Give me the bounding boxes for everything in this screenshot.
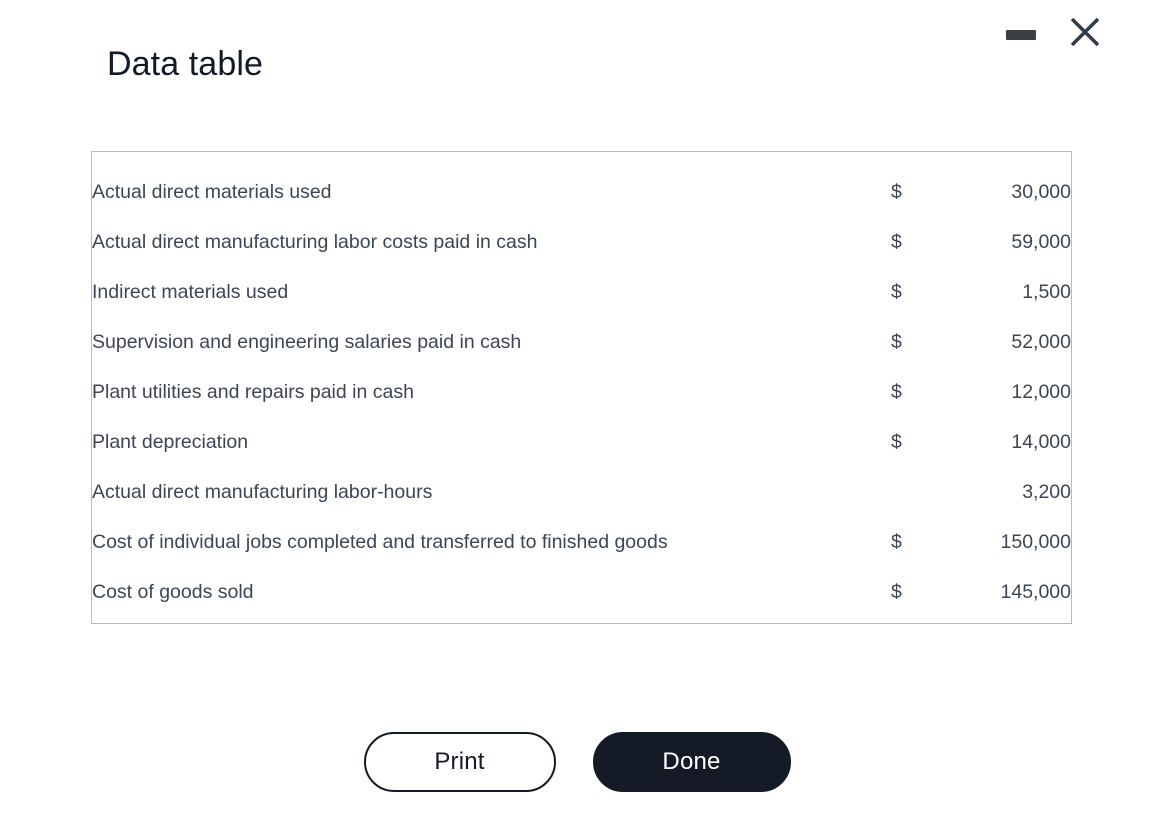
row-currency-symbol: $ bbox=[891, 431, 902, 453]
row-label: Indirect materials used bbox=[92, 281, 289, 303]
data-table: Actual direct materials used $ 30,000 Ac… bbox=[92, 152, 1071, 617]
page-title: Data table bbox=[107, 45, 263, 83]
table-row: Cost of goods sold $ 145,000 bbox=[92, 567, 1071, 617]
row-value: 1,500 bbox=[1022, 281, 1071, 303]
row-label: Plant depreciation bbox=[92, 431, 249, 453]
row-value: 30,000 bbox=[1011, 181, 1071, 203]
row-value: 12,000 bbox=[1011, 381, 1071, 403]
row-value: 150,000 bbox=[1000, 531, 1072, 553]
minimize-icon[interactable] bbox=[1006, 30, 1036, 40]
print-button[interactable]: Print bbox=[363, 732, 556, 792]
close-icon bbox=[1069, 16, 1101, 48]
table-row: Supervision and engineering salaries pai… bbox=[92, 317, 1071, 367]
table-row: Actual direct materials used $ 30,000 bbox=[92, 152, 1071, 217]
row-label: Actual direct manufacturing labor-hours bbox=[92, 481, 433, 503]
row-label: Supervision and engineering salaries pai… bbox=[92, 331, 522, 353]
done-button[interactable]: Done bbox=[592, 732, 791, 792]
row-currency-symbol: $ bbox=[891, 531, 902, 553]
dialog-button-bar: Print Done bbox=[0, 731, 1154, 793]
row-currency-symbol: $ bbox=[891, 581, 902, 603]
row-currency-symbol: $ bbox=[891, 181, 902, 203]
row-label: Actual direct materials used bbox=[92, 181, 332, 203]
data-table-container: Actual direct materials used $ 30,000 Ac… bbox=[91, 151, 1072, 624]
table-row: Indirect materials used $ 1,500 bbox=[92, 267, 1071, 317]
row-label: Cost of individual jobs completed and tr… bbox=[92, 531, 668, 553]
table-row: Actual direct manufacturing labor costs … bbox=[92, 217, 1071, 267]
table-row: Cost of individual jobs completed and tr… bbox=[92, 517, 1071, 567]
table-row: Plant utilities and repairs paid in cash… bbox=[92, 367, 1071, 417]
row-currency-symbol: $ bbox=[891, 381, 902, 403]
close-button[interactable] bbox=[1066, 13, 1104, 51]
row-value: 52,000 bbox=[1011, 331, 1071, 353]
row-currency-symbol: $ bbox=[891, 281, 902, 303]
table-row: Plant depreciation $ 14,000 bbox=[92, 417, 1071, 467]
row-label: Cost of goods sold bbox=[92, 581, 254, 603]
window-controls bbox=[994, 0, 1154, 62]
row-currency-symbol: $ bbox=[891, 231, 902, 253]
data-table-body: Actual direct materials used $ 30,000 Ac… bbox=[92, 152, 1071, 617]
row-value: 3,200 bbox=[1022, 481, 1071, 503]
row-label: Actual direct manufacturing labor costs … bbox=[92, 231, 538, 253]
row-currency-symbol: $ bbox=[891, 331, 902, 353]
row-value: 59,000 bbox=[1011, 231, 1071, 253]
row-value: 14,000 bbox=[1011, 431, 1071, 453]
row-currency-symbol bbox=[891, 467, 921, 517]
table-row: Actual direct manufacturing labor-hours … bbox=[92, 467, 1071, 517]
row-label: Plant utilities and repairs paid in cash bbox=[92, 381, 414, 403]
row-value: 145,000 bbox=[1000, 581, 1072, 603]
